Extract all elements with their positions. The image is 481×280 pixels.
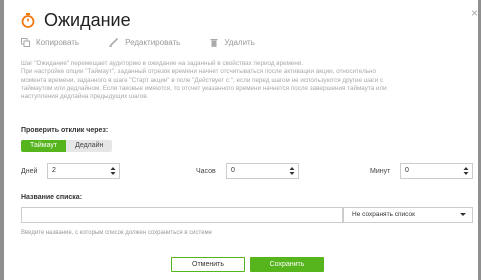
trash-icon (210, 39, 218, 47)
description-line: наступления дедлайна предыдущих шагов. (21, 93, 149, 101)
save-list-select[interactable]: Не сохранять список (343, 207, 473, 223)
days-value: 2 (52, 167, 56, 174)
toolbar: Копировать Редактировать Удалить (21, 38, 285, 47)
hours-value: 0 (231, 167, 235, 174)
pencil-icon (109, 38, 119, 47)
days-label: Дней (21, 168, 38, 175)
spinner-arrows-icon[interactable] (110, 166, 116, 176)
dialog-title: Ожидание (44, 10, 131, 30)
stopwatch-icon (21, 13, 35, 28)
description-line: момента времени, заданного в шаге "Старт… (21, 76, 383, 84)
minutes-stepper[interactable]: 0 (400, 163, 473, 179)
spinner-arrows-icon[interactable] (289, 166, 295, 176)
hours-label: Часов (196, 168, 216, 175)
copy-button[interactable]: Копировать (21, 38, 79, 47)
hours-stepper[interactable]: 0 (226, 163, 299, 179)
description-line: таймаутом или дедлайном. Если таковые им… (21, 84, 387, 92)
timeout-option[interactable]: Таймаут (21, 140, 67, 152)
delete-button[interactable]: Удалить (210, 38, 255, 47)
edit-button[interactable]: Редактировать (109, 38, 180, 47)
step-description: Шаг "Ожидание" перемещает аудиторию в ож… (21, 60, 466, 101)
list-name-input[interactable] (21, 207, 343, 223)
cancel-button[interactable]: Отменить (171, 257, 245, 272)
close-icon[interactable]: × (471, 7, 478, 19)
description-line: При настройке опции "Таймаут", заданный … (21, 68, 377, 76)
list-name-label: Название списка: (21, 194, 83, 201)
save-button[interactable]: Сохранить (250, 257, 324, 272)
copy-label: Копировать (36, 38, 80, 47)
response-mode-toggle: Таймаут Дедлайн (21, 140, 113, 152)
response-check-label: Проверить отклик через: (21, 127, 109, 134)
copy-icon (21, 38, 30, 47)
spinner-arrows-icon[interactable] (463, 166, 469, 176)
edit-label: Редактировать (125, 38, 181, 47)
days-stepper[interactable]: 2 (47, 163, 120, 179)
minutes-label: Минут (370, 168, 391, 175)
deadline-option[interactable]: Дедлайн (66, 140, 113, 152)
list-name-hint: Введите название, с которым список долже… (21, 230, 213, 236)
delete-label: Удалить (224, 38, 255, 47)
wait-step-dialog: × Ожидание Копировать Редактировать Удал… (4, 0, 478, 280)
dialog-header: Ожидание (21, 10, 131, 31)
save-list-selected: Не сохранять список (352, 211, 415, 218)
chevron-down-icon (460, 213, 466, 216)
minutes-value: 0 (405, 167, 409, 174)
